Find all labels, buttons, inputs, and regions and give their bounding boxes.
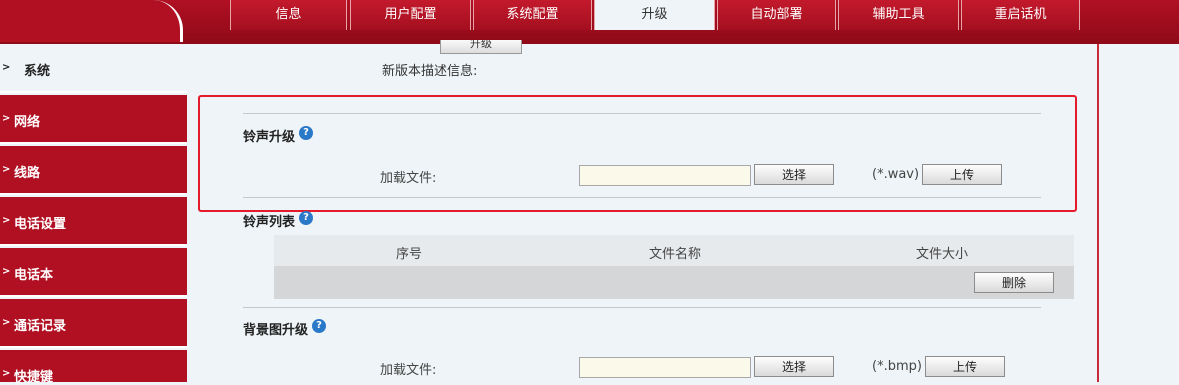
chevron-right-icon: >	[2, 317, 11, 328]
tab-auto-provision[interactable]: 自动部署	[717, 0, 836, 30]
chevron-right-icon: >	[2, 368, 11, 379]
help-icon[interactable]: ?	[312, 319, 327, 333]
chevron-right-icon: >	[2, 266, 11, 277]
ringtone-list-title: 铃声列表?	[243, 211, 314, 230]
background-upload-button[interactable]: 上传	[925, 356, 1005, 377]
background-file-ext: (*.bmp)	[872, 359, 922, 374]
sidebar-item-hotkeys[interactable]: > 快捷键	[0, 350, 187, 385]
sidebar-item-label: 快捷键	[14, 370, 54, 385]
section-title-text: 背景图升级	[243, 323, 309, 338]
background-load-file-label: 加载文件:	[380, 363, 437, 378]
sidebar-header	[0, 0, 183, 42]
sidebar-item-label: 网络	[14, 115, 41, 130]
chevron-right-icon: >	[2, 113, 11, 124]
sidebar-item-call-log[interactable]: > 通话记录	[0, 299, 187, 348]
chevron-right-icon: >	[2, 215, 11, 226]
background-upgrade-title: 背景图升级?	[243, 319, 327, 338]
sidebar-item-line[interactable]: > 线路	[0, 146, 187, 195]
tab-info[interactable]: 信息	[230, 0, 347, 30]
tab-reboot[interactable]: 重启话机	[961, 0, 1080, 30]
column-header-index: 序号	[396, 247, 423, 262]
highlight-box	[198, 95, 1077, 212]
column-header-filename: 文件名称	[649, 247, 702, 262]
background-file-input[interactable]	[579, 357, 751, 378]
tab-tools[interactable]: 辅助工具	[838, 0, 959, 30]
table-row: 删除	[274, 266, 1074, 299]
column-header-filesize: 文件大小	[916, 247, 969, 262]
divider	[243, 307, 1041, 308]
sidebar-item-label: 电话设置	[14, 217, 67, 232]
tab-user-config[interactable]: 用户配置	[350, 0, 471, 30]
tab-upgrade[interactable]: 升级	[594, 0, 715, 30]
sidebar-item-label: 系统	[24, 64, 51, 79]
sidebar-item-label: 通话记录	[14, 319, 67, 334]
sidebar-item-phone-settings[interactable]: > 电话设置	[0, 197, 187, 246]
table-header: 序号 文件名称 文件大小	[274, 235, 1074, 266]
sidebar-item-system[interactable]: > 系统	[0, 44, 187, 93]
sidebar-item-label: 线路	[14, 166, 41, 181]
section-title-text: 铃声列表	[243, 215, 296, 230]
sidebar-item-label: 电话本	[14, 268, 54, 283]
firmware-upgrade-button[interactable]: 升级	[440, 40, 522, 54]
right-border	[1097, 44, 1099, 382]
background-select-button[interactable]: 选择	[754, 356, 834, 377]
chevron-right-icon: >	[2, 62, 11, 73]
tab-system-config[interactable]: 系统配置	[473, 0, 592, 30]
new-version-desc-label: 新版本描述信息:	[382, 64, 478, 79]
ringtone-table: 序号 文件名称 文件大小 删除	[274, 235, 1074, 299]
sidebar: > 系统 > 网络 > 线路 > 电话设置 > 电话本 > 通话记录 > 快捷键	[0, 0, 190, 385]
sidebar-item-phonebook[interactable]: > 电话本	[0, 248, 187, 297]
sidebar-item-network[interactable]: > 网络	[0, 95, 187, 144]
chevron-right-icon: >	[2, 164, 11, 175]
help-icon[interactable]: ?	[299, 211, 314, 225]
delete-button[interactable]: 删除	[974, 272, 1054, 293]
